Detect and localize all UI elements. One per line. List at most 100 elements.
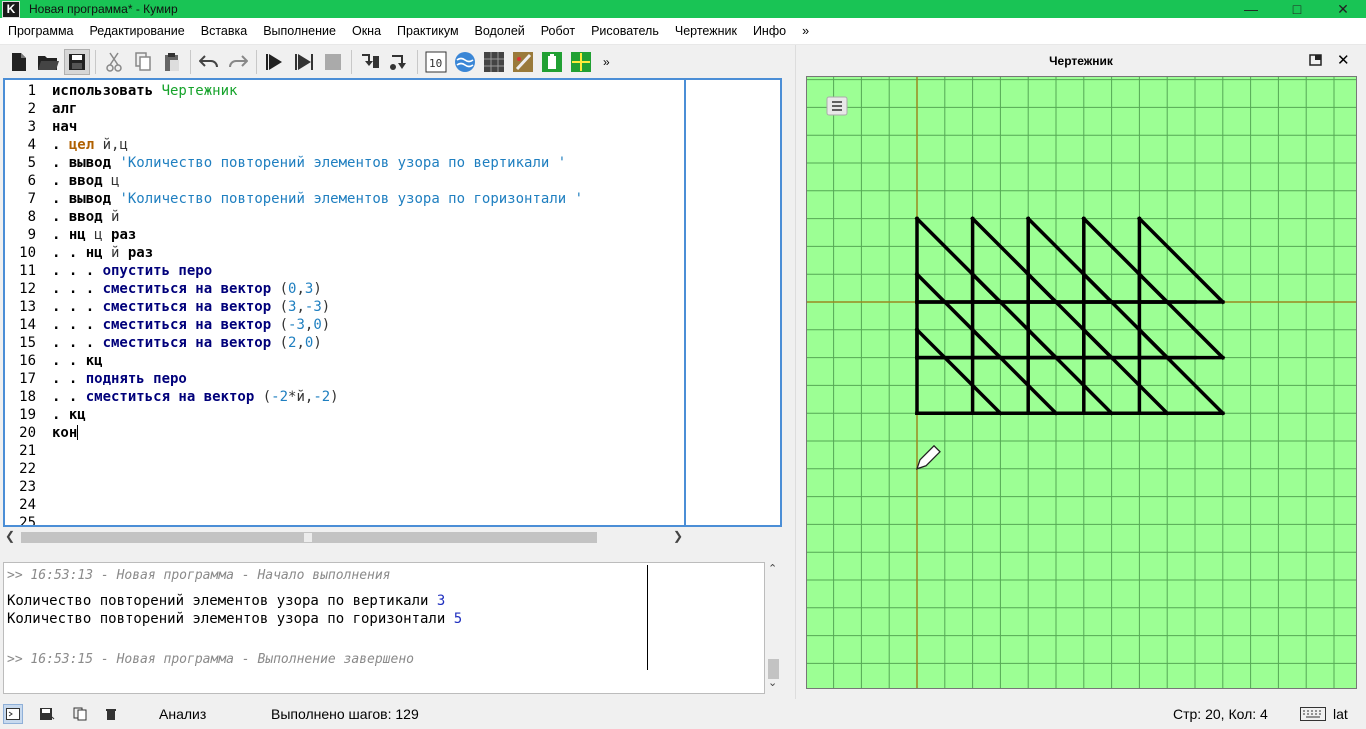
code-token: (	[271, 299, 289, 315]
drawing-canvas[interactable]	[806, 76, 1357, 689]
run-step-icon[interactable]	[291, 49, 317, 75]
line-number: 23	[19, 479, 36, 495]
menu-item[interactable]: Инфо	[745, 24, 794, 38]
code-token: )	[321, 317, 331, 333]
code-line[interactable]: . ввод й	[52, 208, 583, 226]
code-token: (	[271, 317, 289, 333]
menu-item[interactable]: Окна	[344, 24, 389, 38]
scroll-down-icon[interactable]: ⌄	[768, 676, 777, 689]
code-line[interactable]: . ввод ц	[52, 172, 583, 190]
save-output-icon[interactable]	[37, 704, 57, 724]
drawn-segment	[1136, 327, 1226, 416]
line-number: 25	[19, 515, 36, 527]
menu-item[interactable]: Редактирование	[82, 24, 193, 38]
menu-item[interactable]: Практикум	[389, 24, 467, 38]
clear-output-icon[interactable]	[101, 704, 121, 724]
code-token: .	[52, 407, 69, 423]
keyboard-layout: lat	[1333, 706, 1348, 722]
code-line[interactable]: . вывод 'Количество повторений элементов…	[52, 154, 583, 172]
code-line[interactable]: . цел й,ц	[52, 136, 583, 154]
console-start-message: >> 16:53:13 - Новая программа - Начало в…	[7, 568, 391, 583]
step-into-icon[interactable]	[386, 49, 412, 75]
code-token: ,	[296, 335, 305, 351]
console-vertical-scrollbar[interactable]: ⌃ ⌄	[765, 562, 782, 694]
paste-icon[interactable]	[159, 49, 185, 75]
code-token: нц	[85, 245, 103, 261]
drawer-icon[interactable]	[568, 49, 594, 75]
code-token: .	[52, 137, 69, 153]
menu-item[interactable]: Робот	[533, 24, 583, 38]
close-window-button[interactable]: ✕	[1320, 0, 1366, 18]
save-icon[interactable]	[64, 49, 90, 75]
code-token: опустить перо	[102, 263, 213, 279]
run-icon[interactable]	[262, 49, 288, 75]
editor-margin-line	[684, 80, 686, 525]
code-line[interactable]: использовать Чертежник	[52, 82, 583, 100]
code-area[interactable]: использовать Чертежник алг нач. цел й,ц. в…	[52, 82, 583, 442]
code-editor[interactable]: 1 2 3 4 5 6 7 8 9 10 11 12 13 14 15 16 17 18 19 20 21 22 23 24 2…	[3, 78, 782, 527]
window-title: Новая программа* - Кумир	[29, 2, 178, 16]
code-line[interactable]: . . . сместиться на вектор (3,-3)	[52, 298, 583, 316]
output-console[interactable]: >> 16:53:13 - Новая программа - Начало в…	[3, 562, 765, 694]
menu-item[interactable]: Выполнение	[255, 24, 344, 38]
new-file-icon[interactable]	[6, 49, 32, 75]
menu-item[interactable]: Водолей	[467, 24, 533, 38]
scroll-right-icon[interactable]: ❯	[673, 529, 683, 543]
line-number: 7	[27, 191, 36, 207]
line-number: 19	[19, 407, 36, 423]
close-panel-icon[interactable]: ✕	[1337, 51, 1350, 69]
undo-icon[interactable]	[196, 49, 222, 75]
code-line[interactable]: . кц	[52, 406, 583, 424]
code-token: )	[313, 335, 322, 351]
editor-horizontal-scrollbar[interactable]: ❮ ❯	[3, 528, 687, 545]
redo-icon[interactable]	[225, 49, 251, 75]
menu-item[interactable]: »	[794, 24, 817, 38]
open-folder-icon[interactable]	[35, 49, 61, 75]
code-line[interactable]: . . . опустить перо	[52, 262, 583, 280]
painter-icon[interactable]	[510, 49, 536, 75]
code-line[interactable]: . . . сместиться на вектор (0,3)	[52, 280, 583, 298]
menu-item[interactable]: Программа	[0, 24, 82, 38]
stop-icon[interactable]	[320, 49, 346, 75]
code-line[interactable]: нач	[52, 118, 583, 136]
code-line[interactable]: . . кц	[52, 352, 583, 370]
code-line[interactable]: . . нц й раз	[52, 244, 583, 262]
code-token: сместиться на вектор	[102, 335, 272, 351]
line-number: 17	[19, 371, 36, 387]
line-number: 15	[19, 335, 36, 351]
code-line[interactable]: . нц ц раз	[52, 226, 583, 244]
minimize-button[interactable]: —	[1228, 0, 1274, 18]
code-line[interactable]: . . . сместиться на вектор (-3,0)	[52, 316, 583, 334]
turtle-icon[interactable]	[539, 49, 565, 75]
robot-icon[interactable]	[481, 49, 507, 75]
menu-item[interactable]: Рисователь	[583, 24, 667, 38]
cut-icon[interactable]	[101, 49, 127, 75]
code-line[interactable]: кон	[52, 424, 583, 442]
console-toggle-icon[interactable]	[3, 704, 23, 724]
line-number: 12	[19, 281, 36, 297]
counter-icon[interactable]: 10	[423, 49, 449, 75]
code-token: сместиться на вектор	[85, 389, 255, 405]
code-line[interactable]: . вывод 'Количество повторений элементов…	[52, 190, 583, 208]
menu-item[interactable]: Чертежник	[667, 24, 745, 38]
code-token: сместиться на вектор	[102, 317, 272, 333]
vodoley-icon[interactable]	[452, 49, 478, 75]
code-token: раз	[111, 227, 137, 243]
copy-output-icon[interactable]	[71, 704, 91, 724]
scrollbar-grip	[303, 532, 313, 543]
code-line[interactable]: . . . сместиться на вектор (2,0)	[52, 334, 583, 352]
drawn-segment	[1081, 327, 1170, 416]
toolbar-overflow-button[interactable]: »	[603, 55, 610, 69]
code-token: нц	[68, 227, 86, 243]
scroll-up-icon[interactable]: ⌃	[768, 562, 777, 575]
undock-icon[interactable]	[1309, 54, 1322, 69]
maximize-button[interactable]: □	[1274, 0, 1320, 18]
code-line[interactable]: . . поднять перо	[52, 370, 583, 388]
menu-item[interactable]: Вставка	[193, 24, 255, 38]
scroll-left-icon[interactable]: ❮	[5, 529, 15, 543]
code-line[interactable]: . . сместиться на вектор (-2*й,-2)	[52, 388, 583, 406]
copy-icon[interactable]	[130, 49, 156, 75]
step-over-icon[interactable]	[357, 49, 383, 75]
canvas-menu-button[interactable]	[826, 96, 848, 116]
code-line[interactable]: алг	[52, 100, 583, 118]
